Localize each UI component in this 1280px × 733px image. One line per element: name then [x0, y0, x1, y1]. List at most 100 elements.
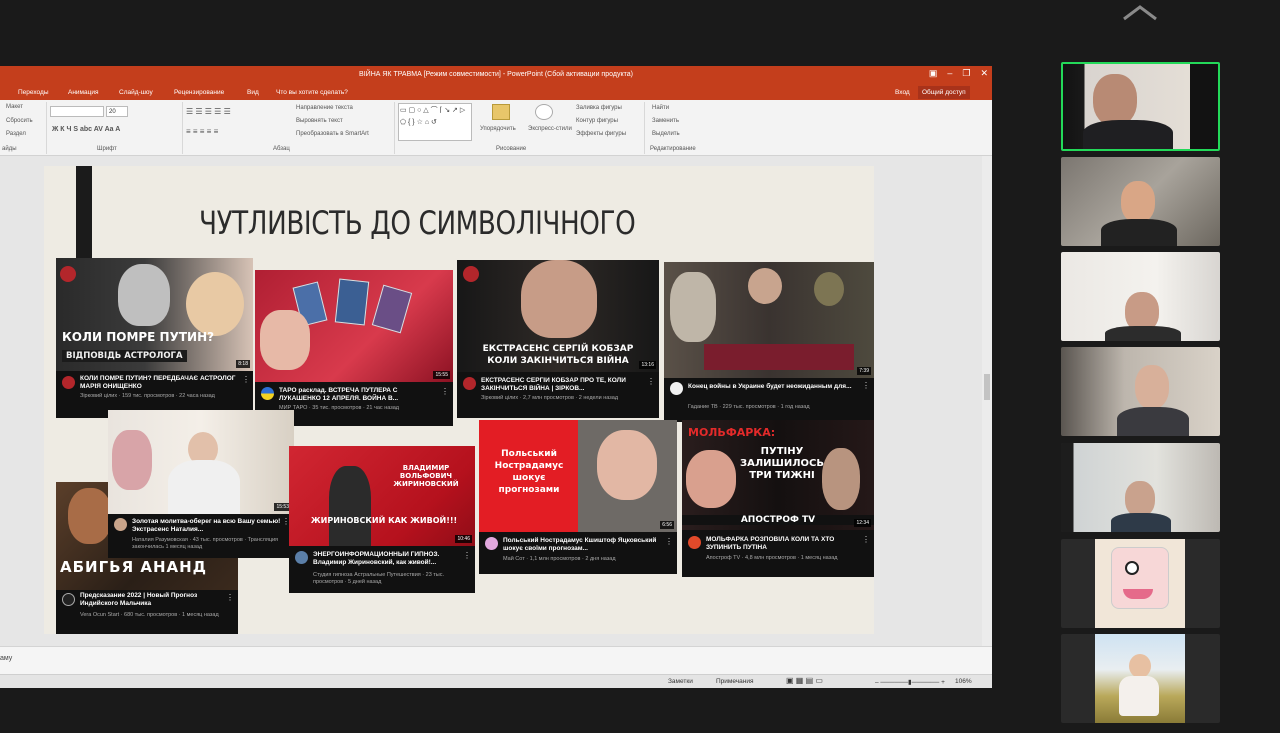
text-direction-button[interactable]: Направление текста	[296, 105, 353, 111]
font-name-input[interactable]	[50, 106, 104, 117]
video-card[interactable]: ЕКСТРАСЕНС СЕРГІЙ КОБЗАР КОЛИ ЗАКІНЧИТЬС…	[457, 260, 659, 418]
layout-button[interactable]: Макет	[6, 104, 23, 110]
participant-tile[interactable]	[1061, 157, 1220, 246]
reset-button[interactable]: Сбросить	[6, 118, 33, 124]
sign-in-link[interactable]: Вход	[895, 89, 910, 96]
zoom-level[interactable]: 106%	[955, 678, 972, 685]
more-options-icon[interactable]: ⋮	[665, 538, 673, 546]
slide[interactable]: ЧУТЛИВІСТЬ ДО СИМВОЛІЧНОГО КОЛИ ПОМРЕ ПУ…	[44, 166, 874, 634]
ribbon-options-icon[interactable]: ▣	[929, 68, 938, 79]
shapes-gallery[interactable]: ▭ ▢ ○ △ ⌒ ⌈ ↘ ↗ ▷ ⬠ { } ☆ ⌂ ↺	[398, 103, 472, 141]
more-options-icon[interactable]: ⋮	[862, 536, 870, 544]
chevron-up-icon[interactable]	[1122, 4, 1158, 22]
align-buttons[interactable]: ≡ ≡ ≡ ≡ ≡	[186, 127, 218, 136]
participant-tile[interactable]	[1061, 62, 1220, 151]
notes-toggle[interactable]: Заметки	[668, 678, 693, 685]
view-buttons[interactable]: ▣ ▦ ▤ ▭	[786, 676, 823, 685]
thumbnail-headline: Польський Нострадамус шокує прогнозами	[494, 449, 564, 495]
video-thumbnail[interactable]: 7:39	[664, 262, 874, 378]
paragraph-group-label: Абзац	[273, 146, 290, 152]
more-options-icon[interactable]: ⋮	[647, 378, 655, 386]
quick-styles-button[interactable]: Экспресс-стили	[528, 126, 572, 132]
video-thumbnail[interactable]: МОЛЬФАРКА: ПУТІНУ ЗАЛИШИЛОСЬ ТРИ ТИЖНІ А…	[682, 420, 874, 530]
more-options-icon[interactable]: ⋮	[226, 594, 234, 602]
person-face	[186, 272, 244, 336]
vertical-scrollbar[interactable]	[982, 156, 992, 666]
participant-tile[interactable]	[1061, 443, 1220, 532]
tab-slideshow[interactable]: Слайд-шоу	[119, 89, 153, 96]
video-title[interactable]: Конец войны в Украине будет неожиданным …	[688, 383, 856, 399]
list-buttons[interactable]: ☰ ☰ ☰ ☰ ☰	[186, 107, 231, 116]
video-card[interactable]: 15:55 ТАРО расклад. ВСТРЕЧА ПУТЛЕРА С ЛУ…	[255, 270, 453, 426]
participant-tile[interactable]	[1061, 539, 1220, 628]
video-thumbnail[interactable]: ЕКСТРАСЕНС СЕРГІЙ КОБЗАР КОЛИ ЗАКІНЧИТЬС…	[457, 260, 659, 372]
comments-toggle[interactable]: Примечания	[716, 678, 754, 685]
scroll-thumb[interactable]	[984, 374, 990, 400]
participant-tile[interactable]	[1061, 634, 1220, 723]
more-options-icon[interactable]: ⋮	[242, 376, 250, 384]
video-card[interactable]: КОЛИ ПОМРЕ ПУТИН? ВІДПОВІДЬ АСТРОЛОГА 8:…	[56, 258, 253, 418]
channel-avatar[interactable]	[62, 376, 75, 389]
ribbon: Макет Сбросить Раздел айды 20 Ж К Ч S ab…	[0, 100, 992, 156]
channel-avatar[interactable]	[62, 593, 75, 606]
more-options-icon[interactable]: ⋮	[441, 388, 449, 396]
channel-avatar[interactable]	[688, 536, 701, 549]
video-card[interactable]: Польський Нострадамус шокує прогнозами 6…	[479, 420, 677, 574]
shape-effects-button[interactable]: Эффекты фигуры	[576, 131, 626, 137]
arrange-button[interactable]: Упорядочить	[480, 126, 516, 132]
select-button[interactable]: Выделить	[652, 131, 680, 137]
tab-transitions[interactable]: Переходы	[18, 89, 49, 96]
more-options-icon[interactable]: ⋮	[862, 382, 870, 390]
video-title[interactable]: МОЛЬФАРКА РОЗПОВІЛА КОЛИ ТА ХТО ЗУПИНИТЬ…	[706, 536, 860, 552]
video-thumbnail[interactable]: КОЛИ ПОМРЕ ПУТИН? ВІДПОВІДЬ АСТРОЛОГА 8:…	[56, 258, 253, 371]
video-card[interactable]: ВЛАДИМИР ВОЛЬФОВИЧ ЖИРИНОВСКИЙ ЖИРИНОВСК…	[289, 446, 475, 593]
video-title[interactable]: ЭНЕРГОИНФОРМАЦИОННЫЙ ГИПНОЗ. Владимир Жи…	[313, 551, 463, 567]
more-options-icon[interactable]: ⋮	[463, 552, 471, 560]
video-card[interactable]: 7:39 Конец войны в Украине будет неожида…	[664, 262, 874, 422]
video-title[interactable]: КОЛИ ПОМРЕ ПУТИН? ПЕРЕДБАЧАЄ АСТРОЛОГ МА…	[80, 375, 240, 391]
channel-avatar[interactable]	[114, 518, 127, 531]
maximize-icon[interactable]: ❐	[962, 68, 970, 79]
video-card[interactable]: МОЛЬФАРКА: ПУТІНУ ЗАЛИШИЛОСЬ ТРИ ТИЖНІ А…	[682, 420, 874, 577]
find-button[interactable]: Найти	[652, 105, 669, 111]
tell-me-search[interactable]: Что вы хотите сделать?	[276, 89, 348, 96]
share-button[interactable]: Общий доступ	[918, 86, 970, 99]
close-icon[interactable]: ✕	[980, 68, 988, 79]
participant-tile[interactable]	[1061, 347, 1220, 436]
video-title[interactable]: Польський Нострадамус Кшиштоф Яцковський…	[503, 537, 665, 553]
shape-outline-button[interactable]: Контур фигуры	[576, 118, 618, 124]
zoom-slider[interactable]: – ──────▮────── +	[875, 678, 945, 686]
video-thumbnail[interactable]: ВЛАДИМИР ВОЛЬФОВИЧ ЖИРИНОВСКИЙ ЖИРИНОВСК…	[289, 446, 475, 546]
thumbnail-headline: МОЛЬФАРКА:	[688, 426, 776, 439]
channel-avatar[interactable]	[670, 382, 683, 395]
person-body	[1105, 326, 1181, 341]
video-thumbnail[interactable]: 15:55	[255, 270, 453, 382]
font-size-input[interactable]: 20	[106, 106, 128, 117]
font-format-buttons[interactable]: Ж К Ч S abc AV Aa A	[52, 126, 120, 133]
shape-fill-button[interactable]: Заливка фигуры	[576, 105, 622, 111]
align-text-button[interactable]: Выровнять текст	[296, 118, 343, 124]
replace-button[interactable]: Заменить	[652, 118, 679, 124]
video-thumbnail[interactable]: Польський Нострадамус шокує прогнозами 6…	[479, 420, 677, 532]
participant-tile[interactable]	[1061, 252, 1220, 341]
person-face	[521, 260, 597, 338]
tarot-card	[371, 284, 413, 334]
video-card[interactable]: 15:53 Золотая молитва-оберег на всю Вашу…	[108, 410, 294, 558]
notes-pane[interactable]: аму	[0, 646, 992, 676]
video-title[interactable]: ЕКСТРАСЕНС СЕРГІЙ КОБЗАР ПРО ТЕ, КОЛИ ЗА…	[481, 377, 645, 393]
video-title[interactable]: Золотая молитва-оберег на всю Вашу семью…	[132, 518, 282, 534]
tab-view[interactable]: Вид	[247, 89, 259, 96]
minimize-icon[interactable]: –	[947, 68, 952, 79]
smartart-button[interactable]: Преобразовать в SmartArt	[296, 131, 369, 137]
channel-avatar[interactable]	[261, 387, 274, 400]
video-thumbnail[interactable]: 15:53	[108, 410, 294, 514]
video-title[interactable]: Предсказание 2022 | Новый Прогноз Индийс…	[80, 592, 224, 608]
person-body	[1083, 120, 1173, 149]
channel-avatar[interactable]	[463, 377, 476, 390]
channel-avatar[interactable]	[485, 537, 498, 550]
tab-review[interactable]: Рецензирование	[174, 89, 224, 96]
section-button[interactable]: Раздел	[6, 131, 26, 137]
video-title[interactable]: ТАРО расклад. ВСТРЕЧА ПУТЛЕРА С ЛУКАШЕНК…	[279, 387, 439, 403]
channel-avatar[interactable]	[295, 551, 308, 564]
tab-animation[interactable]: Анимация	[68, 89, 99, 96]
